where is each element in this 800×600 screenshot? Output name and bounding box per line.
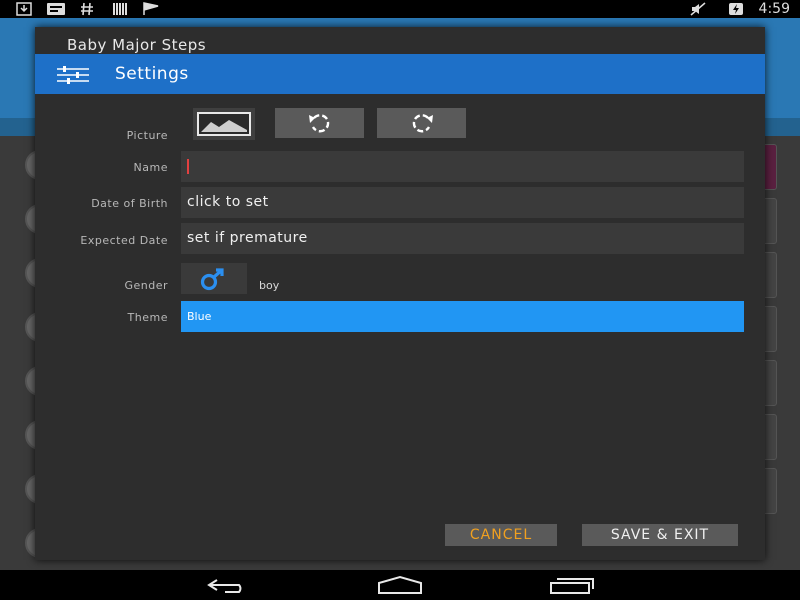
home-icon[interactable] <box>376 575 424 595</box>
rotate-left-icon <box>309 114 330 133</box>
rotate-right-button[interactable] <box>377 108 466 138</box>
back-icon[interactable] <box>205 577 251 593</box>
rotate-left-button[interactable] <box>275 108 364 138</box>
hash-icon <box>81 2 93 16</box>
picture-label: Picture <box>126 129 168 142</box>
name-label: Name <box>133 161 168 174</box>
gender-label: Gender <box>124 279 168 292</box>
date-of-birth-field[interactable]: click to set <box>181 187 744 218</box>
barcode-icon <box>113 3 127 15</box>
message-icon <box>47 3 65 15</box>
theme-label: Theme <box>127 311 168 324</box>
recents-icon[interactable] <box>548 575 596 595</box>
expected-date-field[interactable]: set if premature <box>181 223 744 254</box>
picture-thumbnail-button[interactable] <box>193 108 255 140</box>
theme-selector[interactable]: Blue <box>181 301 744 332</box>
signal-flag-icon <box>143 2 159 15</box>
clock: 4:59 <box>758 1 790 17</box>
settings-sliders-icon <box>57 66 89 84</box>
settings-dialog: Baby Major Steps Settings Picture Name D… <box>35 27 765 560</box>
gender-toggle-button[interactable] <box>181 263 247 294</box>
dialog-app-title: Baby Major Steps <box>67 36 207 54</box>
date-of-birth-label: Date of Birth <box>91 197 168 210</box>
mute-icon <box>690 2 706 16</box>
navigation-bar <box>0 570 800 600</box>
rotate-right-icon <box>412 114 433 133</box>
settings-header-bar: Settings <box>35 54 765 94</box>
status-bar: 4:59 <box>0 0 800 18</box>
text-cursor <box>187 158 189 174</box>
cancel-button[interactable]: CANCEL <box>445 524 557 546</box>
male-symbol-icon <box>200 268 224 291</box>
battery-charging-icon <box>729 3 743 15</box>
expected-date-label: Expected Date <box>80 234 168 247</box>
save-exit-button[interactable]: SAVE & EXIT <box>582 524 738 546</box>
settings-title: Settings <box>115 64 189 84</box>
gender-value: boy <box>259 279 280 292</box>
name-input[interactable] <box>181 151 744 182</box>
download-icon <box>16 2 32 16</box>
image-placeholder-icon <box>197 112 251 136</box>
